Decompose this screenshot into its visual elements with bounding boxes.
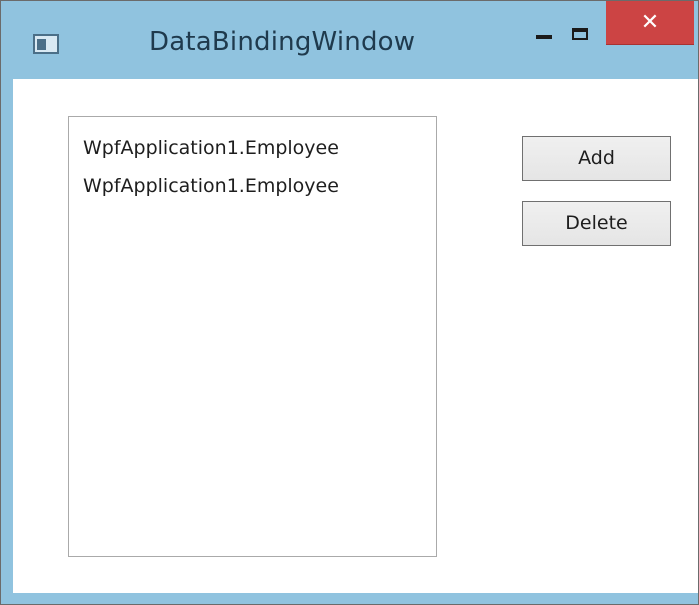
- employee-list: WpfApplication1.Employee WpfApplication1…: [69, 117, 436, 205]
- client-area: WpfApplication1.Employee WpfApplication1…: [13, 79, 698, 593]
- window-title: DataBindingWindow: [149, 27, 416, 57]
- add-button[interactable]: Add: [522, 136, 671, 181]
- window-app-icon[interactable]: [33, 34, 59, 54]
- delete-button[interactable]: Delete: [522, 201, 671, 246]
- close-button[interactable]: ✕: [606, 1, 694, 45]
- list-item[interactable]: WpfApplication1.Employee: [83, 129, 436, 167]
- close-icon: ✕: [640, 10, 660, 35]
- app-icon-bar: [37, 39, 46, 50]
- maximize-icon: [572, 28, 588, 40]
- window: DataBindingWindow ✕ WpfApplication1.Empl…: [0, 0, 699, 605]
- title-bar[interactable]: DataBindingWindow ✕: [1, 1, 698, 79]
- employee-listbox[interactable]: WpfApplication1.Employee WpfApplication1…: [68, 116, 437, 557]
- minimize-button[interactable]: [521, 1, 571, 43]
- minimize-icon: [536, 35, 552, 39]
- list-item[interactable]: WpfApplication1.Employee: [83, 167, 436, 205]
